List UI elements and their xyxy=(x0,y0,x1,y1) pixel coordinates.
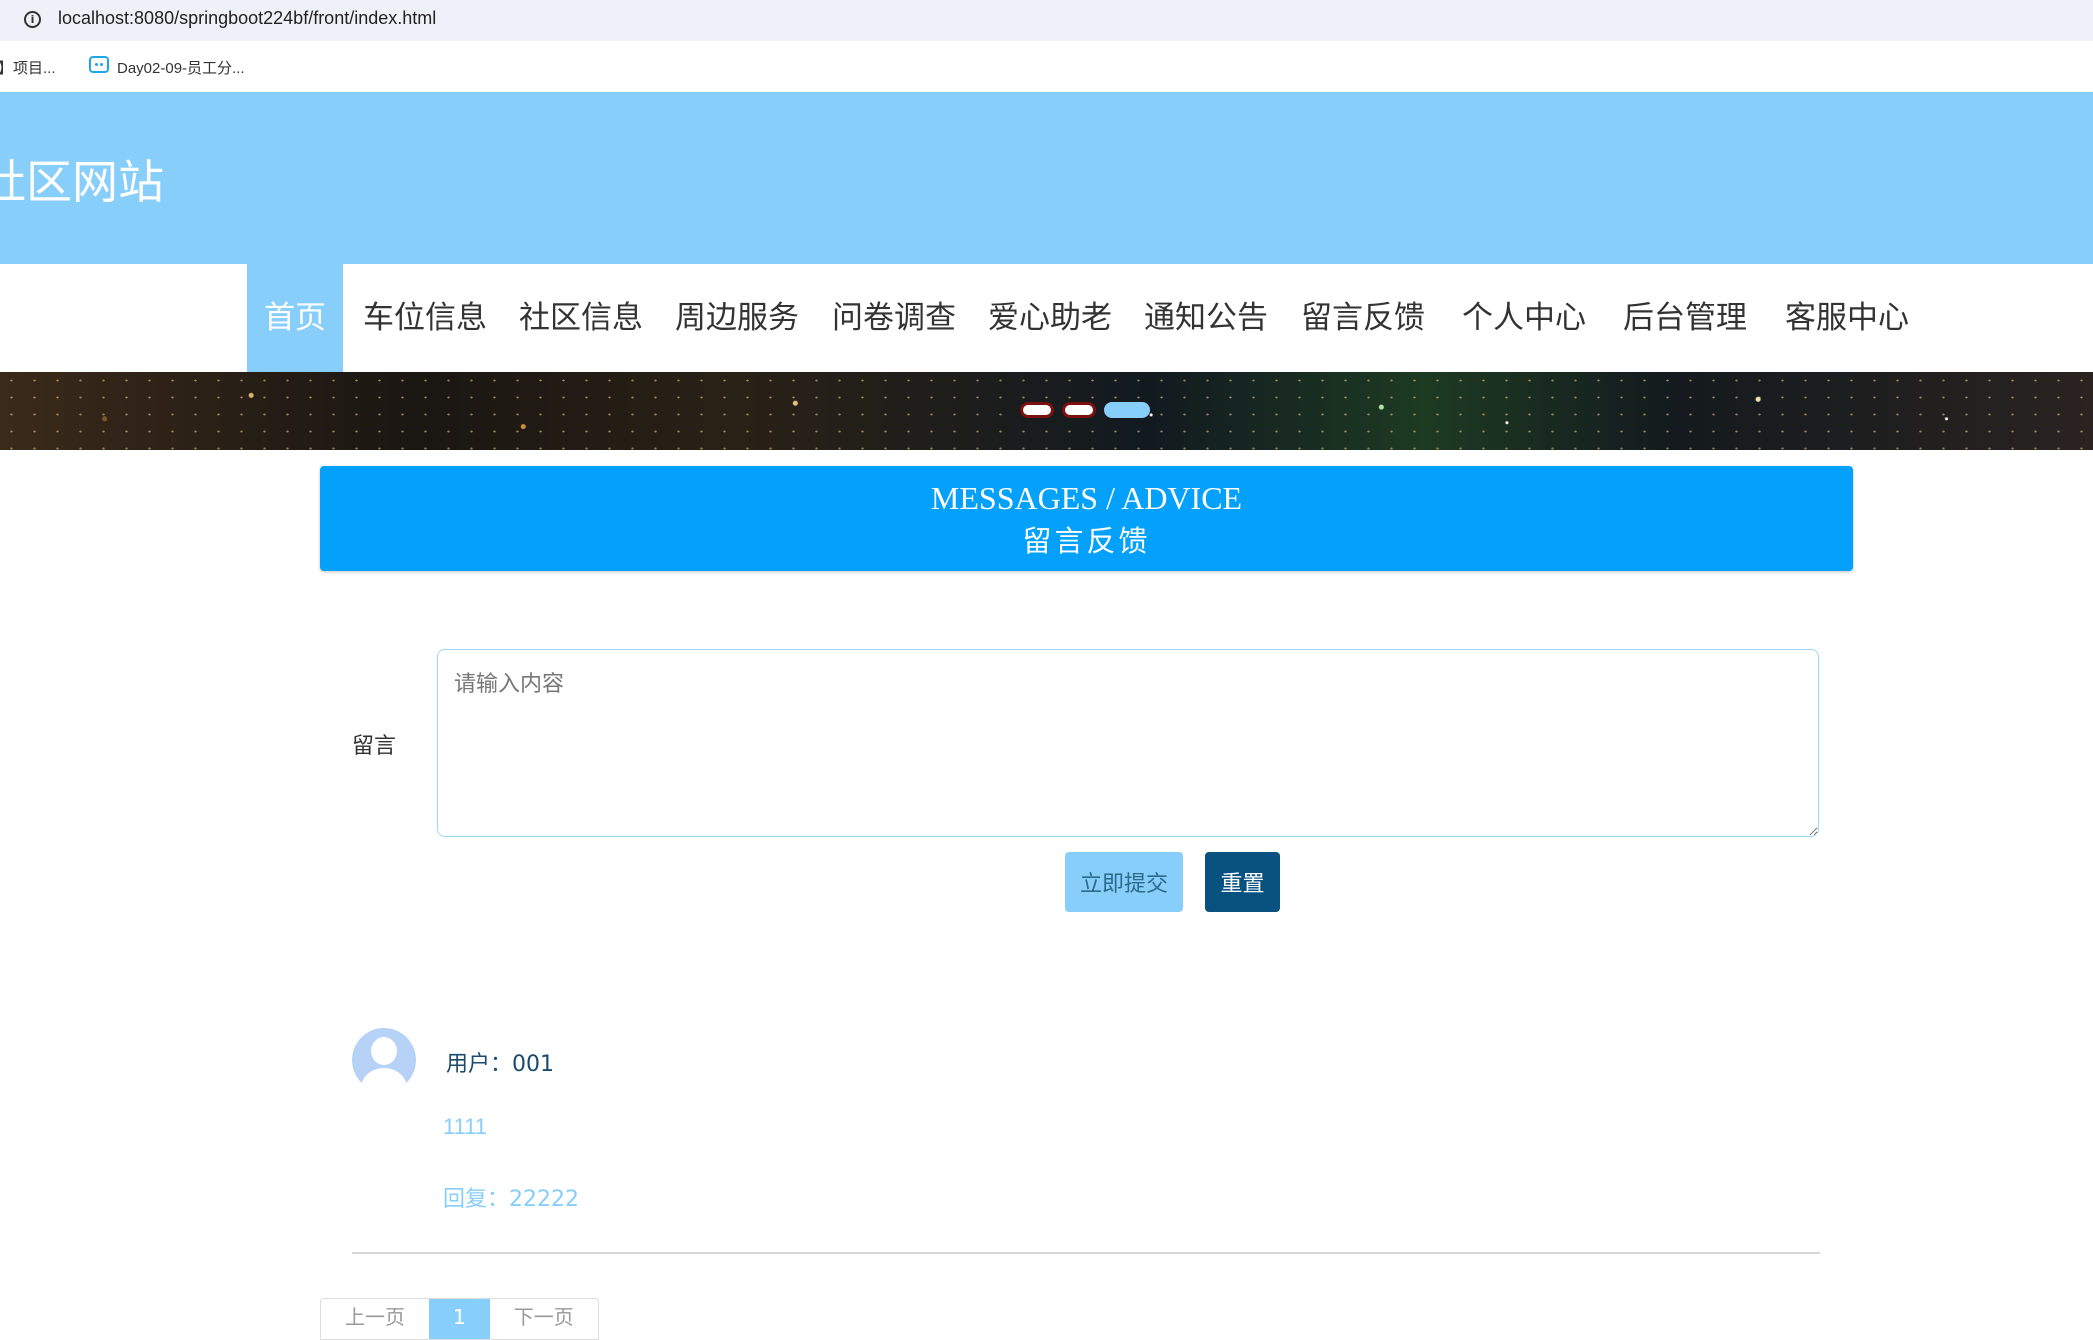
message-divider xyxy=(352,1252,1820,1254)
message-reply: 回复：22222 xyxy=(443,1187,579,1212)
user-avatar-icon xyxy=(352,1028,416,1092)
nav-item-feedback[interactable]: 留言反馈 xyxy=(1301,264,1425,372)
reset-button[interactable]: 重置 xyxy=(1205,852,1280,912)
carousel-dot-2[interactable] xyxy=(1062,402,1096,418)
bookmark-project[interactable]: 】项目... xyxy=(0,57,56,78)
nav-item-admin[interactable]: 后台管理 xyxy=(1623,264,1747,372)
browser-address-bar[interactable]: i localhost:8080/springboot224bf/front/i… xyxy=(0,0,2093,41)
bookmark-day02[interactable]: Day02-09-员工分... xyxy=(117,57,245,78)
submit-button[interactable]: 立即提交 xyxy=(1065,852,1183,912)
nav-item-home[interactable]: 首页 xyxy=(247,264,343,372)
nav-item-parking[interactable]: 车位信息 xyxy=(363,264,487,372)
bookmarks-bar: 】项目... Day02-09-员工分... xyxy=(0,41,2093,92)
address-url[interactable]: localhost:8080/springboot224bf/front/ind… xyxy=(58,8,436,29)
page-number-current[interactable]: 1 xyxy=(429,1299,490,1339)
section-title-en: MESSAGES / ADVICE xyxy=(930,480,1243,516)
site-info-icon[interactable]: i xyxy=(24,11,41,28)
nav-item-elderly-care[interactable]: 爱心助老 xyxy=(988,264,1112,372)
nav-item-survey[interactable]: 问卷调查 xyxy=(832,264,956,372)
site-header: 社区网站 xyxy=(0,92,2093,264)
message-user: 用户：001 xyxy=(446,1052,554,1077)
nav-item-notices[interactable]: 通知公告 xyxy=(1144,264,1268,372)
nav-item-community[interactable]: 社区信息 xyxy=(519,264,643,372)
carousel-dot-1[interactable] xyxy=(1020,402,1054,418)
nav-item-support[interactable]: 客服中心 xyxy=(1785,264,1909,372)
pagination: 上一页 1 下一页 xyxy=(320,1298,599,1340)
carousel-dot-3[interactable] xyxy=(1104,402,1150,418)
site-title: 社区网站 xyxy=(0,155,164,209)
main-nav: 首页 车位信息 社区信息 周边服务 问卷调查 爱心助老 通知公告 留言反馈 个人… xyxy=(0,264,2093,372)
banner-carousel xyxy=(0,372,2093,450)
message-label: 留言 xyxy=(352,734,397,759)
prev-page-button[interactable]: 上一页 xyxy=(321,1299,429,1339)
nav-item-services[interactable]: 周边服务 xyxy=(675,264,799,372)
section-title-cn: 留言反馈 xyxy=(1022,524,1151,558)
message-content: 1111 xyxy=(443,1114,488,1139)
bilibili-icon xyxy=(89,56,109,73)
nav-item-profile[interactable]: 个人中心 xyxy=(1462,264,1586,372)
section-heading: MESSAGES / ADVICE 留言反馈 xyxy=(320,466,1853,571)
message-input[interactable] xyxy=(437,649,1819,837)
next-page-button[interactable]: 下一页 xyxy=(490,1299,598,1339)
